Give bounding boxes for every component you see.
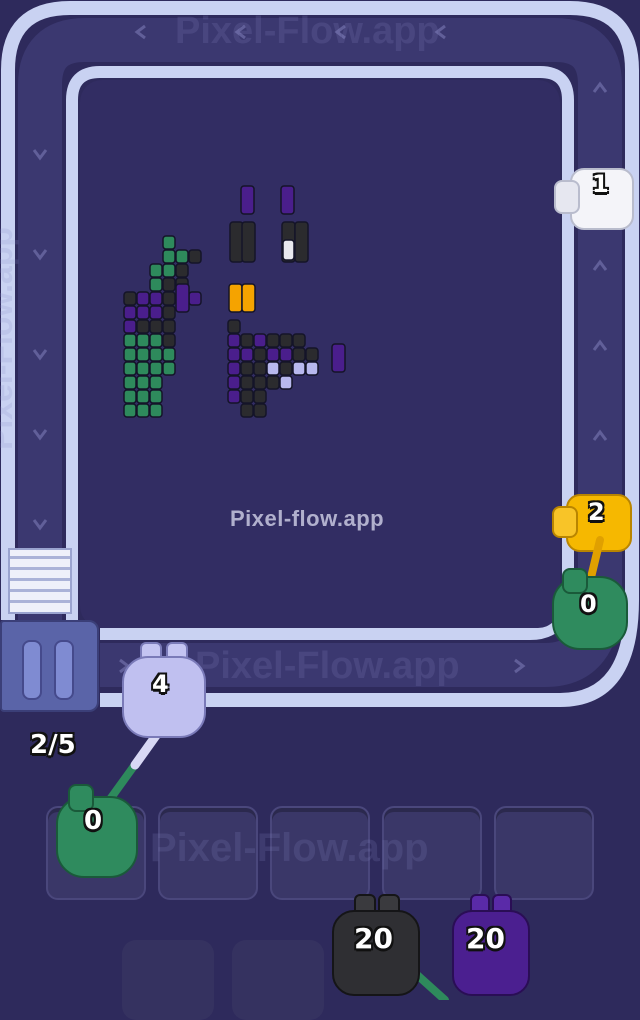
slot-watermark: Pixel-Flow.app [150,826,429,870]
green-shooter[interactable]: 0 [546,568,630,652]
slot-green-ammo: 0 [84,806,103,836]
purple-shooter-ammo: 20 [466,922,505,955]
queue-lane-1 [122,940,214,1020]
green-shooter-ammo: 0 [580,590,597,618]
game-board: Pixel-Flow.app Pixel-Flow.app Pixel-Flow… [0,0,640,1020]
lavender-shooter-ammo: 4 [152,670,169,698]
holding-slot-5[interactable] [494,806,594,900]
slot-green-shooter[interactable]: 0 [50,778,140,878]
queue-lane-2 [232,940,324,1020]
black-shooter-ammo: 20 [354,922,393,955]
purple-shooter[interactable]: 20 [450,892,530,996]
black-shooter[interactable]: 20 [330,892,420,996]
lavender-shooter[interactable]: 4 [118,640,206,740]
